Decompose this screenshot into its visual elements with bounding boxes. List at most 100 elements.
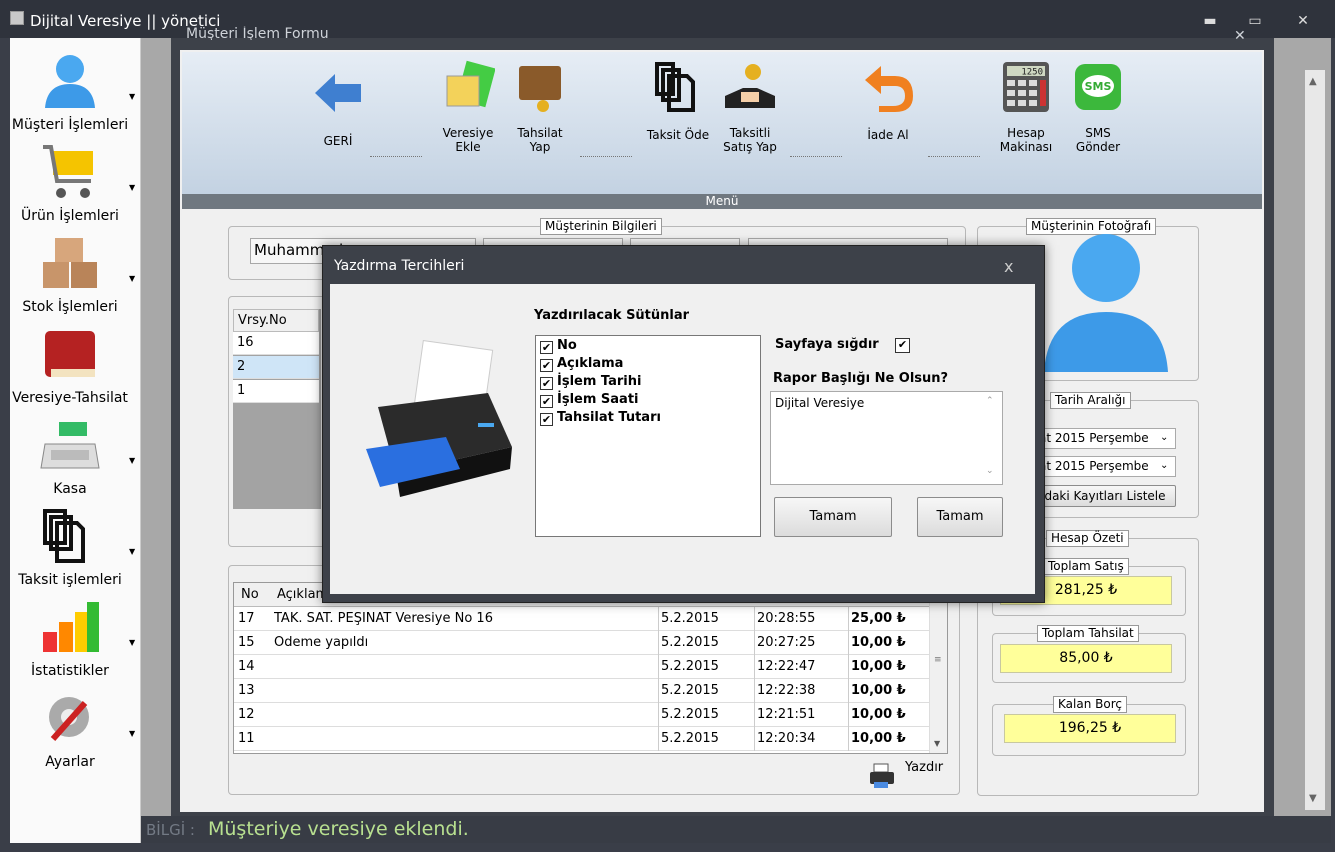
column-divider: [848, 679, 849, 703]
checkbox-label: İşlem Tarihi: [557, 374, 642, 389]
cell-time: 12:21:51: [757, 707, 816, 722]
column-checkbox-row[interactable]: ✔ Tahsilat Tutarı: [540, 410, 661, 428]
calculator-money-icon: [446, 60, 496, 108]
ok-button-1[interactable]: Tamam: [774, 497, 892, 537]
cell-date: 5.2.2015: [661, 707, 719, 722]
child-close-icon[interactable]: ✕: [1234, 28, 1246, 44]
ok-button-2[interactable]: Tamam: [917, 497, 1003, 537]
sidebar-item-installments[interactable]: Taksit işlemleri ▼: [10, 501, 141, 592]
checkbox-label: No: [557, 338, 577, 353]
user-icon: [45, 55, 95, 108]
pay-installment-button[interactable]: Taksit Öde: [638, 60, 718, 142]
date-to-select[interactable]: at 2015 Perşembe: [1034, 456, 1176, 477]
cell-no: 11: [238, 731, 255, 746]
return-button[interactable]: İade Al: [848, 60, 928, 142]
column-divider: [754, 727, 755, 751]
cart-icon: [43, 145, 93, 198]
transactions-scrollbar[interactable]: ≡ ▼: [929, 583, 947, 753]
columns-label: Yazdırılacak Sütünlar: [534, 308, 690, 323]
checkbox[interactable]: ✔: [540, 395, 553, 408]
sidebar-item-cash[interactable]: Kasa ▼: [10, 410, 141, 501]
status-bar: BİLGİ : Müşteriye veresiye eklendi.: [141, 816, 1331, 843]
sidebar-item-label: İstatistikler: [31, 663, 109, 679]
cash-register-icon: [40, 422, 100, 469]
table-row[interactable]: 11 5.2.2015 12:20:34 10,00 ₺: [234, 727, 929, 751]
scroll-up-icon[interactable]: ▲: [1309, 76, 1317, 87]
sidebar-item-products[interactable]: Ürün İşlemleri ▼: [10, 137, 141, 228]
close-button[interactable]: ✕: [1288, 10, 1318, 32]
sidebar-item-label: Ayarlar: [45, 754, 95, 770]
add-credit-button[interactable]: Veresiye Ekle: [428, 60, 508, 154]
scroll-down-icon[interactable]: ▼: [934, 739, 940, 748]
credit-grid[interactable]: Vrsy.No 16 2 1: [233, 309, 321, 509]
list-records-button[interactable]: daki Kayıtları Listele: [1034, 485, 1176, 507]
column-divider: [848, 607, 849, 631]
printer-icon[interactable]: [868, 762, 896, 790]
collect-button[interactable]: Tahsilat Yap: [500, 60, 580, 154]
documents-icon: [43, 509, 85, 563]
column-divider: [848, 727, 849, 751]
cell-time: 12:22:38: [757, 683, 816, 698]
column-divider: [658, 655, 659, 679]
column-divider: [754, 703, 755, 727]
checkbox[interactable]: ✔: [540, 413, 553, 426]
table-row-selected[interactable]: 2: [233, 356, 319, 379]
main-scrollbar[interactable]: [1305, 70, 1325, 810]
scroll-down-icon[interactable]: ⌄: [986, 466, 994, 476]
scroll-down-icon[interactable]: ▼: [1309, 793, 1317, 804]
credit-grid-header[interactable]: Vrsy.No: [233, 309, 319, 332]
dropdown-arrow-icon: ▼: [129, 729, 136, 738]
checkbox[interactable]: ✔: [540, 377, 553, 390]
cell-no: 14: [238, 659, 255, 674]
cell-amount: 10,00 ₺: [851, 683, 906, 698]
back-button[interactable]: GERİ: [298, 66, 378, 148]
sidebar-item-credit[interactable]: Veresiye-Tahsilat: [10, 319, 141, 410]
cell-time: 12:20:34: [757, 731, 816, 746]
checkbox[interactable]: ✔: [540, 341, 553, 354]
column-checkbox-row[interactable]: ✔ İşlem Saati: [540, 392, 639, 410]
sidebar-item-customers[interactable]: Müşteri İşlemleri ▼: [10, 46, 141, 137]
chevron-down-icon[interactable]: ⌄: [1160, 432, 1168, 443]
installment-sale-button[interactable]: Taksitli Satış Yap: [710, 60, 790, 154]
report-title-input[interactable]: Dijital Veresiye: [770, 391, 1003, 485]
sms-button[interactable]: SMS SMS Gönder: [1058, 60, 1138, 154]
calculator-button[interactable]: 1250 Hesap Makinası: [986, 60, 1066, 154]
table-row[interactable]: 14 5.2.2015 12:22:47 10,00 ₺: [234, 655, 929, 679]
dialog-close-button[interactable]: x: [1004, 257, 1013, 276]
svg-text:SMS: SMS: [1085, 80, 1112, 93]
column-divider: [848, 655, 849, 679]
total-collected-value: 85,00 ₺: [1000, 644, 1172, 673]
sidebar-item-settings[interactable]: Ayarlar ▼: [10, 683, 141, 774]
remaining-value: 196,25 ₺: [1004, 714, 1176, 743]
cell-time: 20:27:25: [757, 635, 816, 650]
sidebar: Müşteri İşlemleri ▼ Ürün İşlemleri ▼ Sto…: [10, 38, 141, 843]
table-row[interactable]: 12 5.2.2015 12:21:51 10,00 ₺: [234, 703, 929, 727]
table-row[interactable]: 1: [233, 380, 319, 403]
table-row[interactable]: 17 TAK. SAT. PEŞİNAT Veresiye No 16 5.2.20…: [234, 607, 929, 631]
column-checkbox-row[interactable]: ✔ İşlem Tarihi: [540, 374, 641, 392]
scroll-up-icon[interactable]: ⌃: [986, 396, 994, 406]
cell-date: 5.2.2015: [661, 659, 719, 674]
sidebar-item-stock[interactable]: Stok İşlemleri ▼: [10, 228, 141, 319]
transactions-grid[interactable]: No Açıklama 17 TAK. SAT. PEŞİNAT Veresiye…: [233, 582, 948, 754]
printer-icon: [366, 340, 512, 497]
cell-amount: 10,00 ₺: [851, 731, 906, 746]
table-row[interactable]: 15 Ödeme yapıldı 5.2.2015 20:27:25 10,00 ₺: [234, 631, 929, 655]
column-checkbox-row[interactable]: ✔ No: [540, 338, 577, 356]
dropdown-arrow-icon: ▼: [129, 274, 136, 283]
svg-text:1250: 1250: [1021, 68, 1043, 78]
sidebar-item-statistics[interactable]: İstatistikler ▼: [10, 592, 141, 683]
table-row[interactable]: 16: [233, 332, 319, 355]
column-divider: [754, 607, 755, 631]
minimize-button[interactable]: ▬: [1195, 10, 1225, 32]
table-row[interactable]: 13 5.2.2015 12:22:38 10,00 ₺: [234, 679, 929, 703]
checkbox[interactable]: ✔: [540, 359, 553, 372]
column-divider: [658, 703, 659, 727]
column-checkbox-row[interactable]: ✔ Açıklama: [540, 356, 623, 374]
date-from-select[interactable]: at 2015 Perşembe: [1034, 428, 1176, 449]
fit-to-page-checkbox[interactable]: ✔: [895, 338, 910, 353]
chevron-down-icon[interactable]: ⌄: [1160, 460, 1168, 471]
print-label[interactable]: Yazdır: [905, 760, 943, 775]
toolbar-separator: [790, 156, 842, 157]
dropdown-arrow-icon: ▼: [129, 456, 136, 465]
